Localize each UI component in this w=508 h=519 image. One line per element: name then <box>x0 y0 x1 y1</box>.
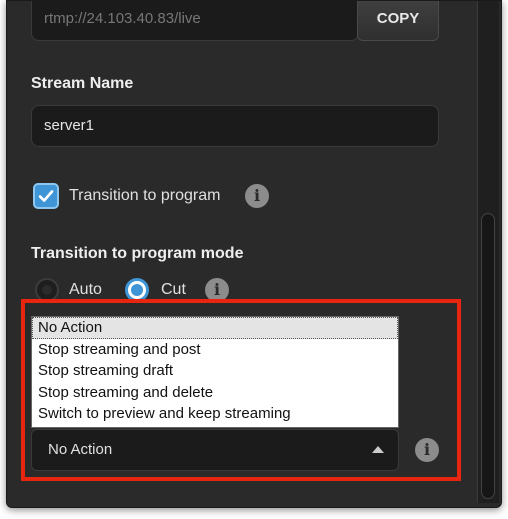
dropdown-option-switch-to-preview[interactable]: Switch to preview and keep streaming <box>32 403 398 425</box>
settings-panel: rtmp://24.103.40.83/live COPY Stream Nam… <box>6 0 502 508</box>
transition-to-program-checkbox[interactable] <box>33 183 59 209</box>
end-action-select-value: No Action <box>48 441 113 458</box>
copy-button[interactable]: COPY <box>357 1 439 41</box>
end-action-dropdown-list[interactable]: No Action Stop streaming and post Stop s… <box>31 316 399 428</box>
end-action-select[interactable]: No Action <box>31 429 399 471</box>
dropdown-option-stop-and-post[interactable]: Stop streaming and post <box>32 339 398 361</box>
dropdown-option-stop-draft[interactable]: Stop streaming draft <box>32 360 398 382</box>
stream-name-label: Stream Name <box>31 75 134 92</box>
transition-to-program-label: Transition to program <box>69 187 221 204</box>
radio-cut-label: Cut <box>161 281 186 298</box>
radio-auto-label: Auto <box>69 281 102 298</box>
stream-name-input[interactable]: server1 <box>31 105 439 147</box>
checkmark-icon <box>38 190 54 202</box>
dropdown-option-stop-and-delete[interactable]: Stop streaming and delete <box>32 382 398 404</box>
rtmp-url-field[interactable]: rtmp://24.103.40.83/live <box>31 1 359 41</box>
dropdown-option-no-action[interactable]: No Action <box>32 317 398 339</box>
info-icon[interactable]: i <box>245 184 269 208</box>
info-icon[interactable]: i <box>415 438 439 462</box>
scrollbar-thumb[interactable] <box>481 213 495 499</box>
transition-mode-label: Transition to program mode <box>31 245 244 262</box>
chevron-up-icon <box>372 446 384 453</box>
